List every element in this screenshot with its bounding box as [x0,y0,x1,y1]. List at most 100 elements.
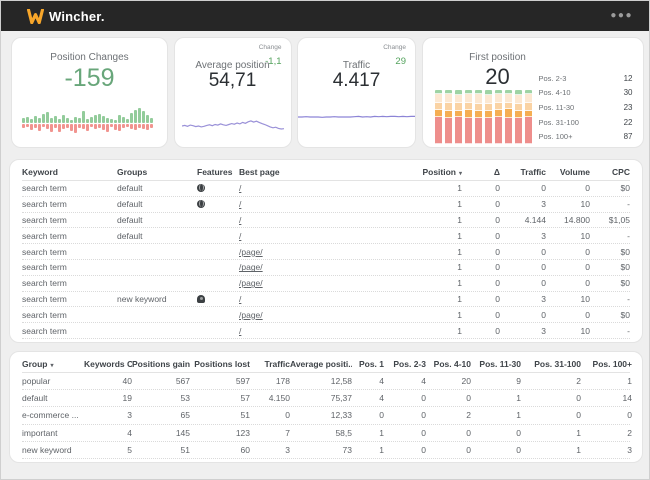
stacked-bar [434,90,442,144]
col-header-features[interactable]: Features [197,167,239,177]
table-row[interactable]: search term/page/1 0 0 0 $0 [22,244,630,260]
more-options-icon[interactable]: ●●● [610,11,633,21]
cell: 0 [495,199,500,210]
col-header-pos-2-3[interactable]: Pos. 2-3 [384,359,426,369]
table-row[interactable]: new keyword 5 51 60 3 73 1 0 0 0 1 3 [22,442,632,459]
table-row[interactable]: search term/page/1 0 0 0 $0 [22,307,630,324]
col-header-position-label: Position [422,167,456,177]
cell: 2 [627,427,632,438]
table-row[interactable]: search term default / 1 0 4.144 14.800 $1,05 [22,213,630,229]
legend-item: Pos. 2-3 12 [539,71,633,86]
cell: 51 [180,444,190,455]
col-header-average-position[interactable]: Average positi... [290,359,352,369]
cell: search term [22,293,67,304]
col-header-delta[interactable]: Δ [462,167,500,177]
col-header-pos-31-100[interactable]: Pos. 31-100 [521,359,581,369]
bar-pair [82,100,85,138]
cell: 0 [421,427,426,438]
col-header-traffic[interactable]: Traffic [500,167,546,177]
col-header-position[interactable]: Position ▾ [407,167,462,177]
table-row[interactable]: search term/1 0 3 10- [22,323,630,339]
best-page-link[interactable]: /page/ [239,262,263,272]
cell: 7 [285,427,290,438]
best-page-link[interactable]: /page/ [239,247,263,257]
cell: 4.144 [524,214,546,225]
cell: 1 [516,393,521,404]
traffic-value: 4.417 [332,70,381,91]
cell: - [627,199,630,210]
col-header-group-label: Group [22,359,48,369]
cell: 14 [622,393,632,404]
table-row[interactable]: search term default/1 0 3 10- [22,197,630,213]
best-page-link[interactable]: / [239,294,241,304]
cell: 2 [576,376,581,387]
cell: 20 [461,376,471,387]
cell: 0 [516,427,521,438]
table-row[interactable]: important 4 145 123 7 58,5 1 0 0 0 1 2 [22,425,632,442]
table-row[interactable]: search term default/1 0 3 10- [22,228,630,245]
cell: 1 [457,199,462,210]
group-table: Group▾ Keywords Cou... Positions gain...… [9,351,643,463]
col-header-keyword[interactable]: Keyword [22,167,117,177]
table-row[interactable]: search term default / 1 0 0 0 $0 [22,181,630,197]
cell: 3 [285,444,290,455]
col-header-pos-100[interactable]: Pos. 100+ [581,359,632,369]
best-page-link[interactable]: / [239,215,241,225]
cell: 3 [127,410,132,421]
cell: 12,33 [330,410,352,421]
col-header-keywords-count[interactable]: Keywords Cou... [84,359,132,369]
table-row[interactable]: search term new keyword/1 0 3 10- [22,292,630,308]
legend-item: Pos. 100+ 87 [539,129,633,144]
col-header-pos-4-10[interactable]: Pos. 4-10 [426,359,471,369]
cell: 40 [122,376,132,387]
best-page-link[interactable]: / [239,231,241,241]
cell: 0 [495,293,500,304]
col-header-pos-1[interactable]: Pos. 1 [352,359,384,369]
legend-value: 23 [623,102,633,112]
cell: new keyword [117,293,167,304]
cell: 1 [457,325,462,336]
col-header-best-page[interactable]: Best page [239,167,407,177]
bar-pair [22,100,25,138]
cell: 0 [585,246,590,257]
col-header-traffic[interactable]: Traffic [250,359,290,369]
traffic-chart [298,102,415,132]
col-header-pos-11-30[interactable]: Pos. 11-30 [471,359,521,369]
best-page-link[interactable]: / [239,183,241,193]
table-row[interactable]: search term/page/1 0 0 0 $0 [22,276,630,292]
stacked-bar [494,90,502,144]
position-changes-value: -159 [64,64,115,92]
col-header-positions-gained[interactable]: Positions gain... [132,359,190,369]
bar-pair [98,100,101,138]
cell: 3 [541,325,546,336]
best-page-link[interactable]: / [239,326,241,336]
col-header-cpc[interactable]: CPC [590,167,630,177]
cell: 0 [541,262,546,273]
table-row[interactable]: search term/page/1 0 0 0 $0 [22,260,630,276]
brand-text: Wincher. [49,8,105,24]
col-header-positions-lost[interactable]: Positions lost [190,359,250,369]
stacked-bar [524,90,532,144]
cell: 10 [580,325,590,336]
table-row[interactable]: popular 40 567 597 178 12,58 4 4 20 9 2 1 [22,373,632,391]
cell: search term [22,278,67,289]
cell: - [627,325,630,336]
cell: 597 [235,376,250,387]
legend-item: Pos. 4-10 30 [539,86,633,101]
cell: default [117,199,143,210]
cell: 0 [627,410,632,421]
serp-feature-pin-icon [197,294,205,303]
col-header-groups[interactable]: Groups [117,167,197,177]
cell: /page/ [239,247,407,257]
cell: search term [22,199,67,210]
table-row[interactable]: e-commerce ... 3 65 51 0 12,33 0 0 2 1 0 0 [22,407,632,425]
table-row[interactable]: default 19 53 57 4.150 75,37 4 0 0 1 0 14 [22,390,632,408]
col-header-volume[interactable]: Volume [546,167,590,177]
best-page-link[interactable]: /page/ [239,278,263,288]
best-page-link[interactable]: / [239,199,241,209]
col-header-group[interactable]: Group ▾ [22,359,84,369]
best-page-link[interactable]: /page/ [239,310,263,320]
stacked-bar [484,90,492,144]
cell: $1,05 [608,214,630,225]
stacked-bar [454,90,462,144]
